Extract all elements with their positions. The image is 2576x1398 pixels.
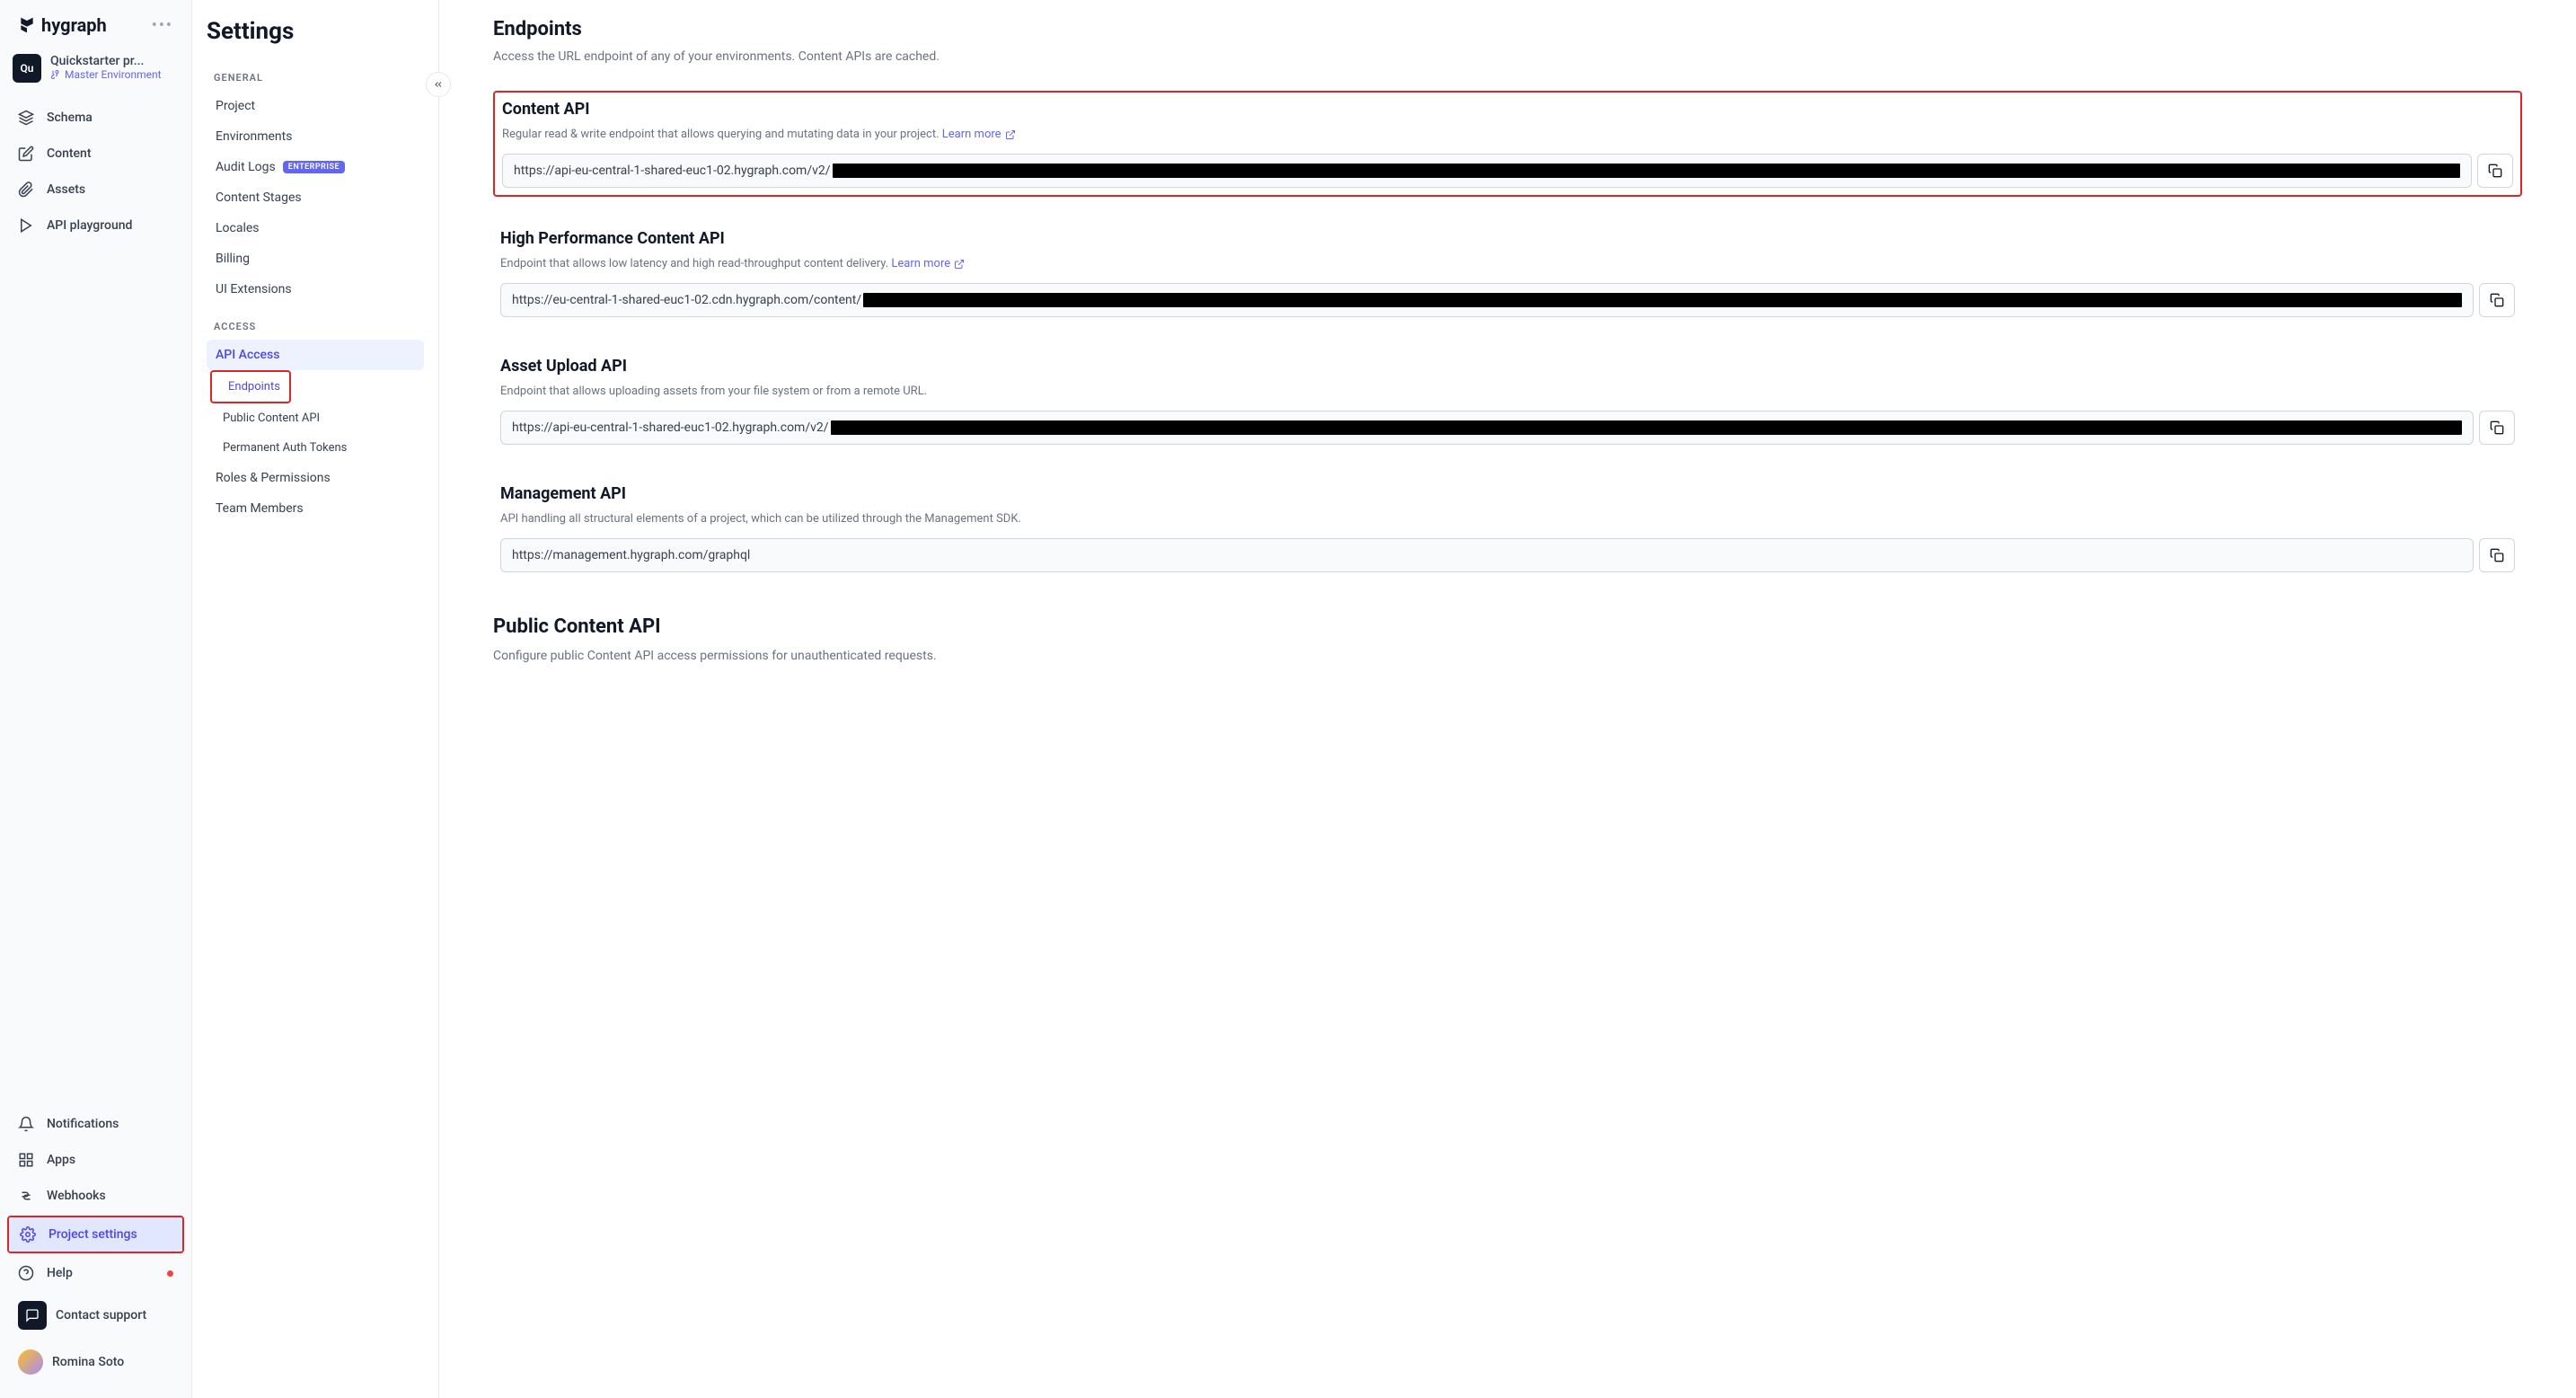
- avatar: [18, 1349, 43, 1375]
- external-link-icon: [1005, 129, 1016, 140]
- content-api-learn-more-link[interactable]: Learn more: [942, 128, 1016, 141]
- nav-top-section: Schema Content Assets API playground: [0, 101, 191, 243]
- help-icon: [18, 1265, 34, 1281]
- nav-apps[interactable]: Apps: [7, 1143, 184, 1177]
- hp-api-title: High Performance Content API: [500, 229, 2515, 248]
- nav-content[interactable]: Content: [7, 137, 184, 171]
- notification-dot: [167, 1270, 173, 1277]
- settings-api-access[interactable]: API Access: [207, 340, 424, 370]
- main-content: Endpoints Access the URL endpoint of any…: [439, 0, 2576, 1398]
- settings-locales[interactable]: Locales: [207, 213, 424, 243]
- copy-button[interactable]: [2477, 154, 2513, 188]
- copy-icon: [2490, 293, 2504, 307]
- content-api-title: Content API: [502, 100, 2513, 119]
- hp-api-url-field[interactable]: https://eu-central-1-shared-euc1-02.cdn.…: [500, 283, 2474, 317]
- chevron-left-double-icon: [433, 79, 444, 90]
- asset-api-block: Asset Upload API Endpoint that allows up…: [493, 350, 2522, 452]
- asset-api-url-field[interactable]: https://api-eu-central-1-shared-euc1-02.…: [500, 411, 2474, 445]
- copy-icon: [2490, 548, 2504, 562]
- settings-environments[interactable]: Environments: [207, 121, 424, 152]
- grid-icon: [18, 1152, 34, 1168]
- paperclip-icon: [18, 181, 34, 198]
- project-name: Quickstarter pr...: [50, 54, 162, 68]
- settings-ui-extensions[interactable]: UI Extensions: [207, 274, 424, 305]
- nav-project-settings[interactable]: Project settings: [9, 1217, 182, 1252]
- settings-content-stages[interactable]: Content Stages: [207, 182, 424, 213]
- redacted-segment: [863, 293, 2462, 307]
- settings-group-general: GENERAL: [214, 72, 417, 84]
- copy-button[interactable]: [2479, 411, 2515, 445]
- enterprise-badge: ENTERPRISE: [283, 161, 345, 173]
- asset-api-desc: Endpoint that allows uploading assets fr…: [500, 385, 2515, 398]
- settings-sidebar: Settings GENERAL Project Environments Au…: [192, 0, 439, 1398]
- settings-billing[interactable]: Billing: [207, 243, 424, 274]
- public-content-api-desc: Configure public Content API access perm…: [493, 649, 2522, 663]
- settings-endpoints[interactable]: Endpoints: [212, 372, 289, 402]
- settings-project[interactable]: Project: [207, 91, 424, 121]
- nav-notifications[interactable]: Notifications: [7, 1107, 184, 1141]
- logo-text: hygraph: [41, 14, 107, 36]
- bell-icon: [18, 1116, 34, 1132]
- copy-icon: [2488, 164, 2502, 178]
- gear-icon: [20, 1226, 36, 1243]
- redacted-segment: [833, 164, 2460, 178]
- content-api-block: Content API Regular read & write endpoin…: [493, 91, 2522, 197]
- nav-assets[interactable]: Assets: [7, 173, 184, 207]
- public-content-api-section: Public Content API Configure public Cont…: [493, 615, 2522, 663]
- project-badge: Qu: [13, 54, 41, 83]
- environment-label[interactable]: Master Environment: [50, 68, 162, 81]
- nav-user-profile[interactable]: Romina Soto: [7, 1340, 184, 1384]
- project-selector[interactable]: Qu Quickstarter pr... Master Environment: [0, 54, 191, 101]
- settings-roles-permissions[interactable]: Roles & Permissions: [207, 463, 424, 493]
- nav-bottom-section: Notifications Apps Webhooks Project sett…: [0, 1107, 191, 1384]
- nav-webhooks[interactable]: Webhooks: [7, 1179, 184, 1213]
- settings-team-members[interactable]: Team Members: [207, 493, 424, 524]
- endpoints-heading: Endpoints: [493, 18, 2522, 40]
- content-api-desc: Regular read & write endpoint that allow…: [502, 128, 2513, 141]
- mgmt-api-block: Management API API handling all structur…: [493, 477, 2522, 580]
- settings-title: Settings: [207, 18, 424, 45]
- more-menu-icon[interactable]: •••: [152, 16, 173, 35]
- public-content-api-title: Public Content API: [493, 615, 2522, 638]
- play-icon: [18, 217, 34, 234]
- chat-icon: [25, 1308, 40, 1323]
- nav-contact-support[interactable]: Contact support: [7, 1292, 184, 1339]
- mgmt-api-title: Management API: [500, 484, 2515, 503]
- content-api-url-field[interactable]: https://api-eu-central-1-shared-euc1-02.…: [502, 154, 2472, 188]
- edit-icon: [18, 146, 34, 162]
- external-link-icon: [954, 259, 965, 270]
- settings-public-content-api[interactable]: Public Content API: [207, 403, 424, 433]
- nav-schema[interactable]: Schema: [7, 101, 184, 135]
- webhook-icon: [18, 1188, 34, 1204]
- redacted-segment: [831, 420, 2462, 435]
- logo[interactable]: hygraph: [18, 14, 107, 36]
- hp-api-learn-more-link[interactable]: Learn more: [891, 257, 965, 270]
- primary-sidebar: hygraph ••• Qu Quickstarter pr... Master…: [0, 0, 192, 1398]
- copy-icon: [2490, 420, 2504, 435]
- branch-icon: [50, 69, 61, 80]
- endpoints-description: Access the URL endpoint of any of your e…: [493, 49, 2522, 64]
- copy-button[interactable]: [2479, 538, 2515, 572]
- hp-api-block: High Performance Content API Endpoint th…: [493, 222, 2522, 324]
- hp-api-desc: Endpoint that allows low latency and hig…: [500, 257, 2515, 270]
- settings-audit-logs[interactable]: Audit Logs ENTERPRISE: [207, 152, 424, 182]
- asset-api-title: Asset Upload API: [500, 357, 2515, 376]
- collapse-button[interactable]: [426, 72, 451, 97]
- nav-help[interactable]: Help: [7, 1256, 184, 1290]
- mgmt-api-desc: API handling all structural elements of …: [500, 512, 2515, 526]
- mgmt-api-url-field[interactable]: https://management.hygraph.com/graphql: [500, 538, 2474, 572]
- copy-button[interactable]: [2479, 283, 2515, 317]
- layers-icon: [18, 110, 34, 126]
- logo-row: hygraph •••: [0, 14, 191, 54]
- nav-api-playground[interactable]: API playground: [7, 208, 184, 243]
- settings-permanent-auth-tokens[interactable]: Permanent Auth Tokens: [207, 433, 424, 463]
- settings-group-access: ACCESS: [214, 321, 417, 332]
- hygraph-logo-icon: [18, 16, 36, 34]
- chat-icon-badge: [18, 1301, 47, 1330]
